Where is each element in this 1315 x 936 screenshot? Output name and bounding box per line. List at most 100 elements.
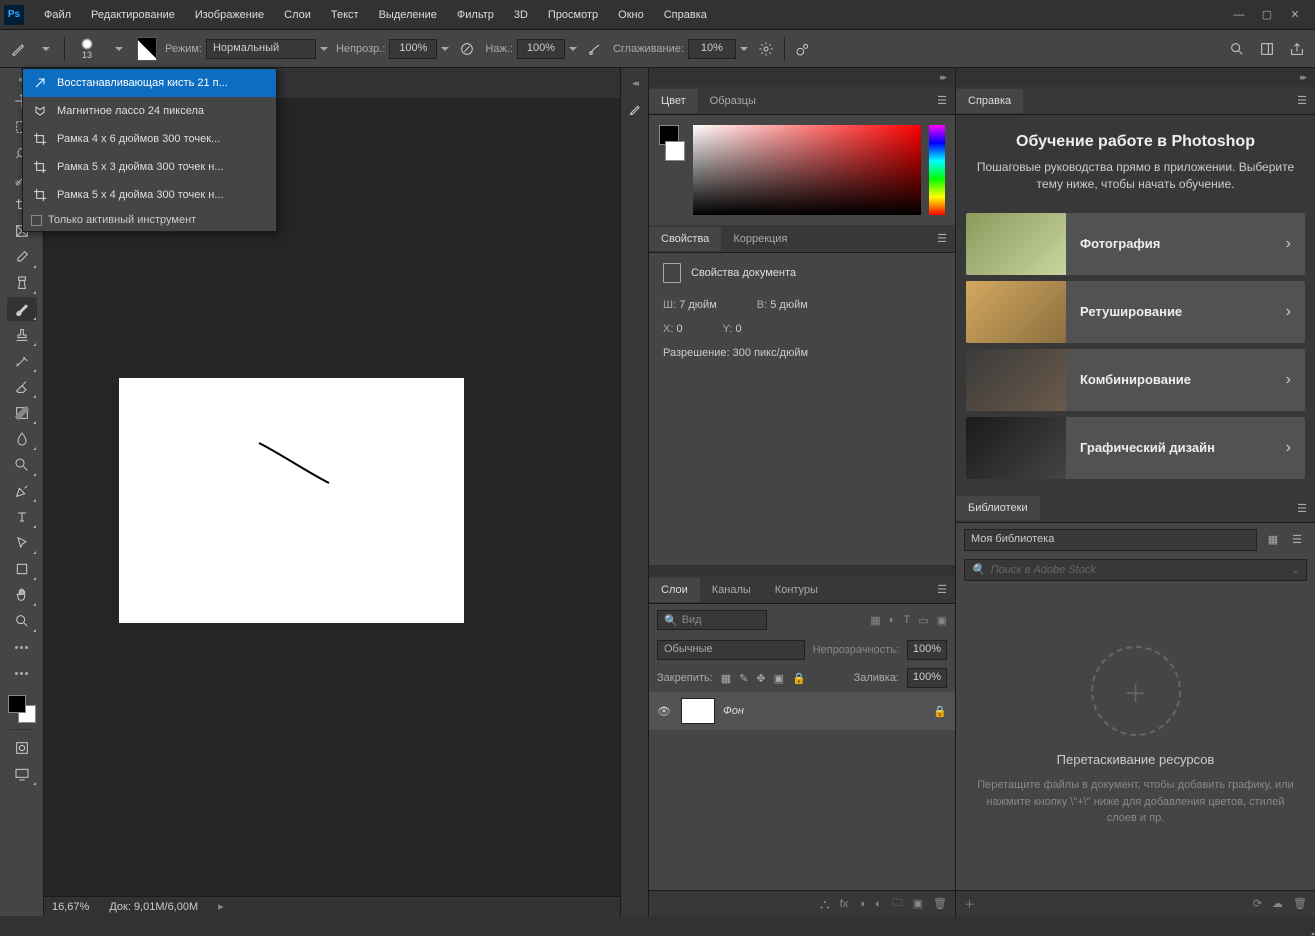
tab-help[interactable]: Справка xyxy=(956,89,1023,113)
fill-input[interactable]: 100% xyxy=(907,668,947,688)
brush-dropdown[interactable] xyxy=(109,39,129,59)
shape-tool[interactable] xyxy=(7,557,37,581)
zoom-tool[interactable] xyxy=(7,609,37,633)
help-card-photography[interactable]: Фотография › xyxy=(966,213,1305,275)
screen-mode-toggle[interactable] xyxy=(7,762,37,786)
brush-tool[interactable] xyxy=(7,297,37,321)
maximize-button[interactable]: ▢ xyxy=(1259,7,1275,23)
hand-tool[interactable] xyxy=(7,583,37,607)
dodge-tool[interactable] xyxy=(7,453,37,477)
tab-color[interactable]: Цвет xyxy=(649,89,698,113)
add-content-icon[interactable]: ＋ xyxy=(964,896,975,912)
collapse-right[interactable]: ▸▸ xyxy=(1296,70,1309,85)
stamp-tool[interactable] xyxy=(7,323,37,347)
menu-file[interactable]: Файл xyxy=(34,5,81,25)
canvas[interactable] xyxy=(119,378,464,623)
pressure-size-icon[interactable] xyxy=(793,39,813,59)
layer-style-icon[interactable]: fx xyxy=(840,898,849,910)
expand-dock[interactable]: ◂◂ xyxy=(628,76,641,91)
menu-text[interactable]: Текст xyxy=(321,5,369,25)
preset-item[interactable]: Рамка 5 х 3 дюйма 300 точек н... xyxy=(23,153,276,181)
filter-adjust-icon[interactable]: ◐ xyxy=(889,614,896,627)
smoothing-settings-icon[interactable] xyxy=(756,39,776,59)
help-card-compositing[interactable]: Комбинирование › xyxy=(966,349,1305,411)
collapse-mid[interactable]: ▸▸ xyxy=(936,70,949,85)
quick-mask-toggle[interactable] xyxy=(7,736,37,760)
more-tools[interactable] xyxy=(7,635,37,659)
filter-type-icon[interactable]: T xyxy=(903,614,910,627)
healing-tool[interactable] xyxy=(7,271,37,295)
layer-name[interactable]: Фон xyxy=(723,705,744,717)
brush-preview[interactable]: 13 xyxy=(73,34,101,64)
pen-tool[interactable] xyxy=(7,479,37,503)
panel-menu-icon[interactable]: ☰ xyxy=(929,94,955,107)
pressure-opacity-icon[interactable] xyxy=(457,39,477,59)
bg-color-chip[interactable] xyxy=(665,141,685,161)
menu-edit[interactable]: Редактирование xyxy=(81,5,185,25)
close-button[interactable]: ✕ xyxy=(1287,7,1303,23)
menu-layers[interactable]: Слои xyxy=(274,5,321,25)
menu-help[interactable]: Справка xyxy=(654,5,717,25)
layer-opacity-input[interactable]: 100% xyxy=(907,640,947,660)
minimize-button[interactable]: — xyxy=(1231,7,1247,23)
hue-slider[interactable] xyxy=(929,125,945,215)
tab-libraries[interactable]: Библиотеки xyxy=(956,496,1040,520)
menu-view[interactable]: Просмотр xyxy=(538,5,608,25)
tab-adjustments[interactable]: Коррекция xyxy=(721,227,799,251)
filter-pixel-icon[interactable]: ▦ xyxy=(870,614,880,627)
foreground-color[interactable] xyxy=(8,695,26,713)
menu-3d[interactable]: 3D xyxy=(504,5,538,25)
color-swatches[interactable] xyxy=(8,695,36,723)
type-tool[interactable] xyxy=(7,505,37,529)
panel-menu-icon[interactable]: ☰ xyxy=(929,232,955,245)
history-brush-tool[interactable] xyxy=(7,349,37,373)
layer-row[interactable]: 👁 Фон 🔒 xyxy=(649,692,955,730)
smoothing-input[interactable]: 10% xyxy=(688,39,736,59)
brush-panel-toggle[interactable] xyxy=(137,39,157,59)
only-active-checkbox[interactable] xyxy=(31,215,42,226)
visibility-toggle-icon[interactable]: 👁 xyxy=(657,705,673,718)
color-field[interactable] xyxy=(693,125,921,215)
path-select-tool[interactable] xyxy=(7,531,37,555)
grid-view-icon[interactable]: ▦ xyxy=(1263,530,1283,550)
group-icon[interactable]: 🗀 xyxy=(892,894,903,913)
delete-layer-icon[interactable]: 🗑 xyxy=(933,897,947,910)
tab-layers[interactable]: Слои xyxy=(649,578,700,602)
filter-smart-icon[interactable]: ▣ xyxy=(937,614,947,627)
link-layers-icon[interactable]: 𐬽 xyxy=(820,896,830,911)
blur-tool[interactable] xyxy=(7,427,37,451)
panel-menu-icon[interactable]: ☰ xyxy=(1289,502,1315,515)
gradient-tool[interactable] xyxy=(7,401,37,425)
menu-image[interactable]: Изображение xyxy=(185,5,274,25)
layer-mask-icon[interactable]: ◑ xyxy=(858,898,865,910)
tool-preset-picker[interactable] xyxy=(8,39,28,59)
preset-item[interactable]: Рамка 4 х 6 дюймов 300 точек... xyxy=(23,125,276,153)
flow-input[interactable]: 100% xyxy=(517,39,565,59)
library-select[interactable]: Моя библиотека xyxy=(964,529,1257,551)
edit-toolbar[interactable] xyxy=(7,661,37,685)
blend-mode-select[interactable]: Обычные xyxy=(657,640,805,660)
lock-all-icon[interactable]: 🔒 xyxy=(792,672,806,685)
menu-select[interactable]: Выделение xyxy=(369,5,447,25)
mode-select[interactable]: Нормальный xyxy=(206,39,316,59)
new-layer-icon[interactable]: ▣ xyxy=(913,897,923,910)
eyedropper-tool[interactable] xyxy=(7,245,37,269)
workspace-icon[interactable] xyxy=(1257,39,1277,59)
tab-swatches[interactable]: Образцы xyxy=(698,89,768,113)
eraser-tool[interactable] xyxy=(7,375,37,399)
share-icon[interactable] xyxy=(1287,39,1307,59)
help-card-graphic-design[interactable]: Графический дизайн › xyxy=(966,417,1305,479)
preset-item[interactable]: Магнитное лассо 24 пиксела xyxy=(23,97,276,125)
brush-settings-icon[interactable] xyxy=(625,99,645,119)
list-view-icon[interactable]: ☰ xyxy=(1287,530,1307,550)
panel-menu-icon[interactable]: ☰ xyxy=(929,583,955,596)
preset-item[interactable]: Восстанавливающая кисть 21 п... xyxy=(23,69,276,97)
tool-preset-dropdown[interactable] xyxy=(36,39,56,59)
lock-pixels-icon[interactable]: ✎ xyxy=(739,672,748,685)
tab-channels[interactable]: Каналы xyxy=(700,578,763,602)
menu-window[interactable]: Окно xyxy=(608,5,654,25)
layer-thumbnail[interactable] xyxy=(681,698,715,724)
library-search-input[interactable]: 🔍 Поиск в Adobe Stock ⌄ xyxy=(964,559,1307,581)
lock-position-icon[interactable]: ✥ xyxy=(756,672,765,685)
tab-properties[interactable]: Свойства xyxy=(649,227,721,251)
